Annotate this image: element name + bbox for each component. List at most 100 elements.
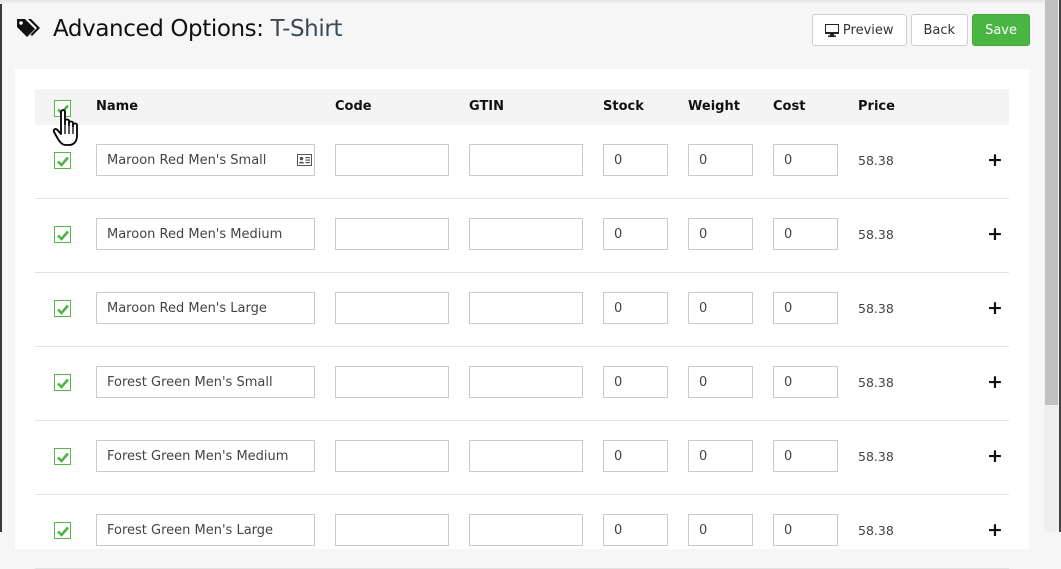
- stock-value: 0: [614, 152, 623, 168]
- plus-icon[interactable]: +: [987, 447, 1003, 466]
- code-input[interactable]: [335, 292, 449, 324]
- tags-icon: [17, 19, 40, 37]
- name-input[interactable]: Maroon Red Men's Medium: [96, 218, 315, 250]
- plus-icon[interactable]: +: [987, 299, 1003, 318]
- cost-value: 0: [784, 226, 793, 242]
- code-input[interactable]: [335, 440, 449, 472]
- name-input[interactable]: Forest Green Men's Medium: [96, 440, 315, 472]
- preview-label: Preview: [842, 22, 894, 38]
- name-input[interactable]: Maroon Red Men's Large: [96, 292, 315, 324]
- vertical-scrollbar[interactable]: [1044, 0, 1059, 532]
- stock-input[interactable]: 0: [603, 366, 668, 398]
- cost-input[interactable]: 0: [773, 218, 838, 250]
- stock-input[interactable]: 0: [603, 514, 668, 546]
- scrollbar-thumb[interactable]: [1045, 0, 1058, 405]
- plus-icon[interactable]: +: [987, 225, 1003, 244]
- price-value: 58.38: [858, 449, 894, 464]
- plus-icon[interactable]: +: [987, 373, 1003, 392]
- cost-input[interactable]: 0: [773, 366, 838, 398]
- column-header-name: Name: [96, 99, 139, 114]
- name-value: Maroon Red Men's Large: [107, 300, 267, 316]
- column-header-price: Price: [858, 99, 895, 114]
- name-input[interactable]: Maroon Red Men's Small: [96, 144, 315, 176]
- cost-input[interactable]: 0: [773, 292, 838, 324]
- check-icon: [57, 452, 69, 463]
- check-icon: [57, 378, 69, 389]
- check-icon: [57, 230, 69, 241]
- table-header: Name Code GTIN Stock Weight Cost Price: [35, 89, 1009, 125]
- weight-input[interactable]: 0: [688, 366, 753, 398]
- column-header-weight: Weight: [688, 99, 740, 114]
- row-checkbox[interactable]: [54, 300, 71, 317]
- code-input[interactable]: [335, 366, 449, 398]
- table-row: Maroon Red Men's Large 0 0 0 58.38 +: [35, 273, 1009, 347]
- name-input[interactable]: Forest Green Men's Large: [96, 514, 315, 546]
- weight-value: 0: [699, 226, 708, 242]
- plus-icon[interactable]: +: [987, 521, 1003, 540]
- row-checkbox[interactable]: [54, 152, 71, 169]
- gtin-input[interactable]: [469, 366, 583, 398]
- gtin-input[interactable]: [469, 218, 583, 250]
- back-button[interactable]: Back: [910, 14, 969, 46]
- weight-value: 0: [699, 300, 708, 316]
- preview-button[interactable]: Preview: [811, 14, 907, 46]
- column-header-stock: Stock: [603, 99, 644, 114]
- stock-input[interactable]: 0: [603, 292, 668, 324]
- weight-input[interactable]: 0: [688, 218, 753, 250]
- gtin-input[interactable]: [469, 514, 583, 546]
- page-title-text: Advanced Options:: [53, 16, 264, 42]
- code-input[interactable]: [335, 514, 449, 546]
- cost-input[interactable]: 0: [773, 144, 838, 176]
- stock-value: 0: [614, 226, 623, 242]
- window-edge: [0, 0, 2, 532]
- price-value: 58.38: [858, 227, 894, 242]
- weight-input[interactable]: 0: [688, 440, 753, 472]
- row-checkbox[interactable]: [54, 522, 71, 539]
- check-icon: [57, 156, 69, 167]
- cost-value: 0: [784, 152, 793, 168]
- row-checkbox[interactable]: [54, 374, 71, 391]
- column-header-code: Code: [335, 99, 372, 114]
- weight-input[interactable]: 0: [688, 292, 753, 324]
- cost-input[interactable]: 0: [773, 440, 838, 472]
- stock-value: 0: [614, 448, 623, 464]
- column-header-cost: Cost: [773, 99, 806, 114]
- code-input[interactable]: [335, 218, 449, 250]
- cost-input[interactable]: 0: [773, 514, 838, 546]
- weight-value: 0: [699, 152, 708, 168]
- page-subtitle: T-Shirt: [270, 16, 343, 42]
- name-input[interactable]: Forest Green Men's Small: [96, 366, 315, 398]
- page-header: Advanced Options: T-Shirt Preview Back S…: [16, 14, 1040, 48]
- weight-input[interactable]: 0: [688, 514, 753, 546]
- row-checkbox[interactable]: [54, 448, 71, 465]
- contact-card-icon[interactable]: [297, 154, 312, 166]
- name-value: Maroon Red Men's Small: [107, 152, 267, 168]
- column-header-gtin: GTIN: [469, 99, 505, 114]
- table-row: Forest Green Men's Small 0 0 0 58.38 +: [35, 347, 1009, 421]
- name-value: Forest Green Men's Small: [107, 374, 273, 390]
- price-value: 58.38: [858, 523, 894, 538]
- monitor-icon: [824, 23, 839, 37]
- gtin-input[interactable]: [469, 144, 583, 176]
- weight-input[interactable]: 0: [688, 144, 753, 176]
- name-value: Forest Green Men's Medium: [107, 448, 289, 464]
- table-row: Maroon Red Men's Medium 0 0 0 58.38 +: [35, 199, 1009, 273]
- name-value: Maroon Red Men's Medium: [107, 226, 283, 242]
- gtin-input[interactable]: [469, 440, 583, 472]
- check-icon: [57, 526, 69, 537]
- stock-value: 0: [614, 300, 623, 316]
- plus-icon[interactable]: +: [987, 151, 1003, 170]
- code-input[interactable]: [335, 144, 449, 176]
- price-value: 58.38: [858, 375, 894, 390]
- save-button[interactable]: Save: [972, 14, 1030, 46]
- table-row: Forest Green Men's Large 0 0 0 58.38 +: [35, 495, 1009, 569]
- weight-value: 0: [699, 374, 708, 390]
- weight-value: 0: [699, 448, 708, 464]
- gtin-input[interactable]: [469, 292, 583, 324]
- stock-input[interactable]: 0: [603, 144, 668, 176]
- cost-value: 0: [784, 300, 793, 316]
- row-checkbox[interactable]: [54, 226, 71, 243]
- stock-input[interactable]: 0: [603, 218, 668, 250]
- stock-input[interactable]: 0: [603, 440, 668, 472]
- table-row: Maroon Red Men's Small 0 0 0 58.38 +: [35, 125, 1009, 199]
